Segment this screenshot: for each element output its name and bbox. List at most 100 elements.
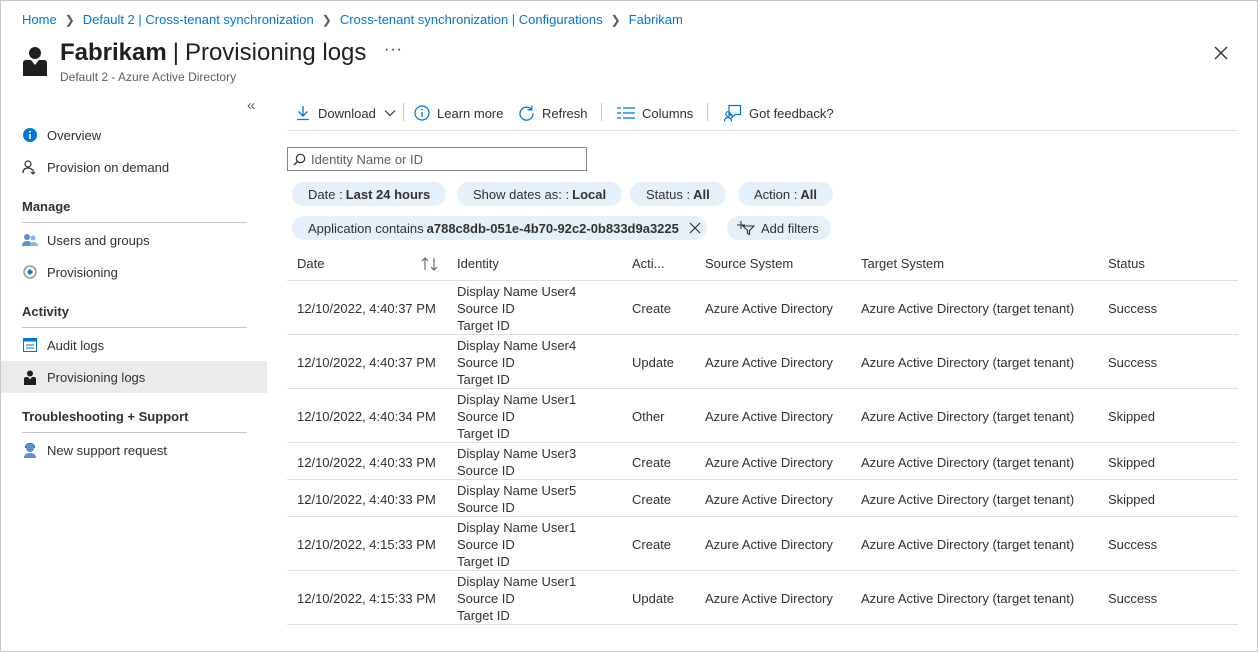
person-icon <box>22 369 38 385</box>
sidebar-item-label: Users and groups <box>47 232 150 248</box>
cell-action: Create <box>632 301 672 316</box>
download-label: Download <box>318 105 376 121</box>
toolbar-divider <box>403 103 404 121</box>
refresh-icon <box>519 105 534 121</box>
cell-source-system: Azure Active Directory <box>705 591 833 606</box>
add-filters-button[interactable]: Add filters <box>727 216 831 240</box>
table-row[interactable]: 12/10/2022, 4:40:37 PM Display Name User… <box>287 281 1238 335</box>
sidebar-item-provision-on-demand[interactable]: Provision on demand <box>1 151 267 183</box>
identity-target-id: Target ID <box>457 608 510 623</box>
chevron-right-icon: ❯ <box>610 12 621 27</box>
cell-date: 12/10/2022, 4:40:37 PM <box>297 355 436 370</box>
cell-date: 12/10/2022, 4:15:33 PM <box>297 537 436 552</box>
breadcrumb-configurations[interactable]: Cross-tenant synchronization | Configura… <box>340 12 603 27</box>
identity-display-name: Display Name User3 <box>457 446 577 461</box>
section-heading-troubleshooting: Troubleshooting + Support <box>22 409 189 424</box>
action-filter-pill[interactable]: Action : All <box>738 182 833 206</box>
section-divider <box>22 327 247 328</box>
remove-filter-icon[interactable] <box>689 222 701 234</box>
cell-identity: Display Name User5 Source ID <box>457 482 576 516</box>
collapse-sidebar-button[interactable]: « <box>247 97 255 114</box>
application-filter-pill[interactable]: Application contains a788c8db-051e-4b70-9… <box>292 216 707 240</box>
page-title-resource: Fabrikam <box>60 39 167 66</box>
sidebar-item-label: Provisioning logs <box>47 369 146 385</box>
users-icon <box>22 232 38 248</box>
column-header-action[interactable]: Acti... <box>632 256 665 271</box>
more-options-button[interactable]: ··· <box>384 41 403 59</box>
column-header-status[interactable]: Status <box>1108 256 1145 271</box>
cell-action: Create <box>632 455 672 470</box>
add-filters-label: Add filters <box>761 220 819 236</box>
cell-source-system: Azure Active Directory <box>705 301 833 316</box>
date-filter-pill[interactable]: Date : Last 24 hours <box>292 182 447 206</box>
breadcrumb-home[interactable]: Home <box>22 12 57 27</box>
sidebar-item-new-support-request[interactable]: New support request <box>1 434 267 466</box>
table-row[interactable]: 12/10/2022, 4:40:37 PM Display Name User… <box>287 335 1238 389</box>
cell-target-system: Azure Active Directory (target tenant) <box>861 301 1075 316</box>
person-icon <box>23 47 47 76</box>
page-title: Fabrikam | Provisioning logs <box>60 39 366 67</box>
cell-action: Other <box>632 409 665 424</box>
filter-value: Last 24 hours <box>345 186 431 202</box>
provisioning-icon <box>22 264 38 280</box>
cell-status: Skipped <box>1108 455 1155 470</box>
sidebar-item-provisioning[interactable]: Provisioning <box>1 256 267 288</box>
column-header-date[interactable]: Date <box>297 256 324 271</box>
table-row[interactable]: 12/10/2022, 4:15:33 PM Display Name User… <box>287 517 1238 571</box>
table-row[interactable]: 12/10/2022, 4:15:33 PM Display Name User… <box>287 571 1238 625</box>
learn-more-button[interactable]: Learn more <box>414 102 503 124</box>
cell-date: 12/10/2022, 4:40:34 PM <box>297 409 436 424</box>
cell-status: Skipped <box>1108 492 1155 507</box>
cell-status: Success <box>1108 537 1158 552</box>
page-subtitle: Default 2 - Azure Active Directory <box>60 70 237 84</box>
table-row[interactable]: 12/10/2022, 4:40:33 PM Display Name User… <box>287 480 1238 517</box>
sidebar-item-audit-logs[interactable]: Audit logs <box>1 329 267 361</box>
sidebar-item-provisioning-logs[interactable]: Provisioning logs <box>1 361 267 393</box>
sidebar-item-label: Provision on demand <box>47 159 170 175</box>
cell-source-system: Azure Active Directory <box>705 492 833 507</box>
table-row[interactable]: 12/10/2022, 4:40:34 PM Display Name User… <box>287 389 1238 443</box>
feedback-button[interactable]: Got feedback? <box>724 102 834 124</box>
sidebar-item-overview[interactable]: Overview <box>1 119 267 151</box>
identity-display-name: Display Name User5 <box>457 483 577 498</box>
cell-date: 12/10/2022, 4:40:37 PM <box>297 301 436 316</box>
chevron-down-icon <box>384 110 396 117</box>
learn-more-label: Learn more <box>437 105 504 121</box>
sidebar-item-label: Provisioning <box>47 264 118 280</box>
sidebar-item-label: New support request <box>47 442 167 458</box>
status-filter-pill[interactable]: Status : All <box>630 182 726 206</box>
cell-status: Success <box>1108 355 1158 370</box>
identity-display-name: Display Name User1 <box>457 520 577 535</box>
column-header-source-system[interactable]: Source System <box>705 256 793 271</box>
filter-value: All <box>693 186 710 202</box>
refresh-button[interactable]: Refresh <box>518 102 588 124</box>
sort-icon[interactable] <box>421 257 439 271</box>
cell-target-system: Azure Active Directory (target tenant) <box>861 537 1075 552</box>
cell-date: 12/10/2022, 4:15:33 PM <box>297 591 436 606</box>
toolbar-divider <box>601 103 602 121</box>
sidebar-item-users-and-groups[interactable]: Users and groups <box>1 224 267 256</box>
cell-source-system: Azure Active Directory <box>705 355 833 370</box>
breadcrumb-tenant-sync[interactable]: Default 2 | Cross-tenant synchronization <box>83 12 314 27</box>
search-input[interactable] <box>311 151 581 167</box>
columns-button[interactable]: Columns <box>617 102 693 124</box>
cell-action: Update <box>632 355 674 370</box>
column-header-target-system[interactable]: Target System <box>861 256 944 271</box>
table-row[interactable]: 12/10/2022, 4:40:33 PM Display Name User… <box>287 443 1238 480</box>
search-box <box>287 147 587 171</box>
toolbar-divider <box>707 103 708 121</box>
cell-identity: Display Name User1 Source ID Target ID <box>457 519 576 570</box>
show-dates-filter-pill[interactable]: Show dates as: : Local <box>457 182 623 206</box>
breadcrumb-fabrikam[interactable]: Fabrikam <box>629 12 683 27</box>
section-divider <box>22 432 247 433</box>
cell-status: Success <box>1108 591 1158 606</box>
support-icon <box>22 442 38 458</box>
identity-display-name: Display Name User4 <box>457 284 577 299</box>
section-heading-manage: Manage <box>22 199 71 214</box>
cell-target-system: Azure Active Directory (target tenant) <box>861 455 1075 470</box>
sidebar: « Overview Provision on demand Manage Us… <box>1 91 267 651</box>
close-icon[interactable] <box>1212 44 1230 62</box>
cell-identity: Display Name User4 Source ID Target ID <box>457 283 576 334</box>
download-button[interactable]: Download <box>295 102 396 124</box>
column-header-identity[interactable]: Identity <box>457 256 499 271</box>
